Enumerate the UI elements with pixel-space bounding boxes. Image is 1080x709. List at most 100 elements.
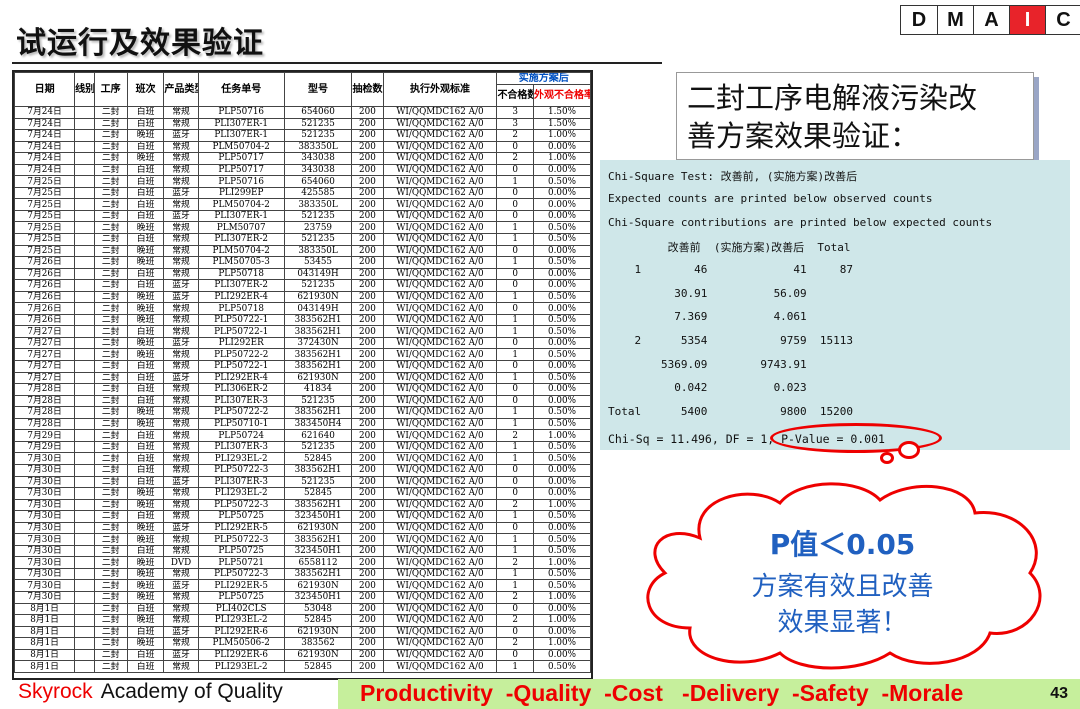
table-row: 7月26日 二封 晚班 蓝牙 PLI292ER-4 621930N 200 WI/QQMDC1… — [14, 290, 591, 304]
table-cell: 200 — [351, 614, 384, 627]
table-cell: 二封 — [93, 290, 128, 304]
table-cell: PLP50716 — [197, 175, 285, 188]
table-cell: WI/QQMDC162 A/0 — [382, 336, 498, 350]
chi-square-line: 2 5354 9759 15113 — [608, 334, 854, 347]
table-cell: 0 — [496, 475, 534, 489]
dmaic-a: A — [973, 6, 1009, 34]
table-cell: 200 — [351, 544, 384, 558]
table-cell: 0 — [496, 602, 534, 616]
table-cell: 0.50% — [532, 313, 591, 327]
table-cell: 1 — [496, 579, 534, 592]
table-cell: 654060 — [283, 106, 353, 119]
table-cell: 白班 — [126, 198, 165, 211]
table-cell: WI/QQMDC162 A/0 — [382, 579, 498, 592]
chi-square-output: Chi-Square Test: 改善前, (实施方案)改善后 Expected … — [600, 160, 1070, 450]
table-cell — [74, 186, 95, 200]
table-cell: 7月30日 — [14, 475, 76, 489]
table-cell: WI/QQMDC162 A/0 — [382, 106, 498, 119]
table-cell: 383350L — [283, 198, 353, 211]
table-cell: PLM50707 — [197, 221, 285, 234]
table-cell: PLI293EL-2 — [197, 614, 285, 627]
table-cell — [74, 267, 95, 281]
table-cell: PLI292ER — [197, 336, 285, 350]
table-cell: 7月26日 — [14, 290, 76, 304]
table-cell: 晚班 — [126, 498, 165, 512]
table-cell: 晚班 — [126, 221, 165, 234]
table-cell: 1 — [496, 533, 534, 546]
table-cell: 常规 — [163, 360, 199, 373]
table-cell: PLP50724 — [197, 429, 285, 442]
column-header: 工序 — [93, 72, 128, 107]
table-cell — [74, 660, 95, 673]
table-cell: 383350L — [283, 140, 353, 154]
table-cell: 8月1日 — [14, 625, 76, 639]
table-cell: PLM50704-2 — [197, 140, 285, 154]
table-cell: 二封 — [93, 579, 128, 592]
table-cell: 7月24日 — [14, 129, 76, 142]
dmaic-m: M — [937, 6, 973, 34]
table-cell: 白班 — [126, 325, 165, 338]
table-cell: 0.00% — [532, 336, 591, 350]
table-cell: 521235 — [283, 279, 353, 292]
table-cell: PLP50722-1 — [197, 360, 285, 373]
table-cell: PLI293EL-2 — [197, 487, 285, 500]
table-cell: 常规 — [163, 487, 199, 500]
table-cell: 200 — [351, 360, 384, 373]
table-cell: 200 — [351, 498, 384, 512]
chi-square-line: Total 5400 9800 15200 — [608, 405, 854, 418]
table-cell: 常规 — [163, 440, 199, 454]
table-row: 7月30日 二封 白班 常规 PLP50725 323450H1 200 WI/QQMDC16… — [14, 510, 591, 523]
table-cell: WI/QQMDC162 A/0 — [382, 660, 498, 673]
table-cell: 晚班 — [126, 567, 165, 581]
table-cell — [74, 106, 95, 119]
chi-square-line: Chi-Square Test: 改善前, (实施方案)改善后 — [608, 170, 858, 183]
table-cell: 0 — [496, 186, 534, 200]
table-cell: 7月30日 — [14, 487, 76, 500]
table-cell: 1 — [496, 660, 534, 673]
table-cell: 200 — [351, 279, 384, 292]
table-cell: 200 — [351, 406, 384, 419]
table-cell: 0.00% — [532, 383, 591, 396]
table-cell: 蓝牙 — [163, 475, 199, 489]
table-cell: 383562H1 — [283, 313, 353, 327]
table-cell: 0.00% — [532, 198, 591, 211]
dmaic-i: I — [1009, 6, 1045, 34]
table-cell: WI/QQMDC162 A/0 — [382, 556, 498, 569]
column-header: 线别 — [74, 72, 95, 107]
table-cell — [74, 510, 95, 523]
table-cell: 常规 — [163, 302, 199, 315]
table-cell: 二封 — [93, 590, 128, 604]
table-cell: 1.00% — [532, 152, 591, 165]
table-cell: 0.50% — [532, 417, 591, 431]
table-cell: 1 — [496, 221, 534, 234]
table-cell: 0.00% — [532, 163, 591, 177]
table-cell — [74, 313, 95, 327]
table-cell — [74, 198, 95, 211]
table-cell: 蓝牙 — [163, 186, 199, 200]
table-cell: WI/QQMDC162 A/0 — [382, 140, 498, 154]
table-cell: 1.00% — [532, 614, 591, 627]
table-cell — [74, 602, 95, 616]
table-cell: 常规 — [163, 590, 199, 604]
table-cell: 1 — [496, 256, 534, 269]
table-cell: 200 — [351, 163, 384, 177]
table-cell: 0.00% — [532, 279, 591, 292]
table-cell: 7月30日 — [14, 590, 76, 604]
table-cell: 0.00% — [532, 394, 591, 408]
table-cell: 常规 — [163, 198, 199, 211]
chi-square-line: 5369.09 9743.91 — [608, 358, 807, 371]
table-cell: 常规 — [163, 394, 199, 408]
table-cell: WI/QQMDC162 A/0 — [382, 117, 498, 131]
table-row: 7月25日 二封 白班 蓝牙 PLI299EP 425585 200 WI/QQMDC162 … — [14, 186, 591, 200]
table-cell: 200 — [351, 440, 384, 454]
table-cell: 0 — [496, 487, 534, 500]
table-cell: PLI293EL-2 — [197, 452, 285, 465]
table-cell: 383562H1 — [283, 533, 353, 546]
table-cell: 521235 — [283, 440, 353, 454]
table-cell: 200 — [351, 267, 384, 281]
table-cell: 323450H1 — [283, 590, 353, 604]
table-cell: 二封 — [93, 267, 128, 281]
table-cell: PLP50721 — [197, 556, 285, 569]
table-cell — [74, 233, 95, 246]
table-row: 7月30日 二封 晚班 常规 PLP50725 323450H1 200 WI/QQMDC16… — [14, 590, 591, 604]
